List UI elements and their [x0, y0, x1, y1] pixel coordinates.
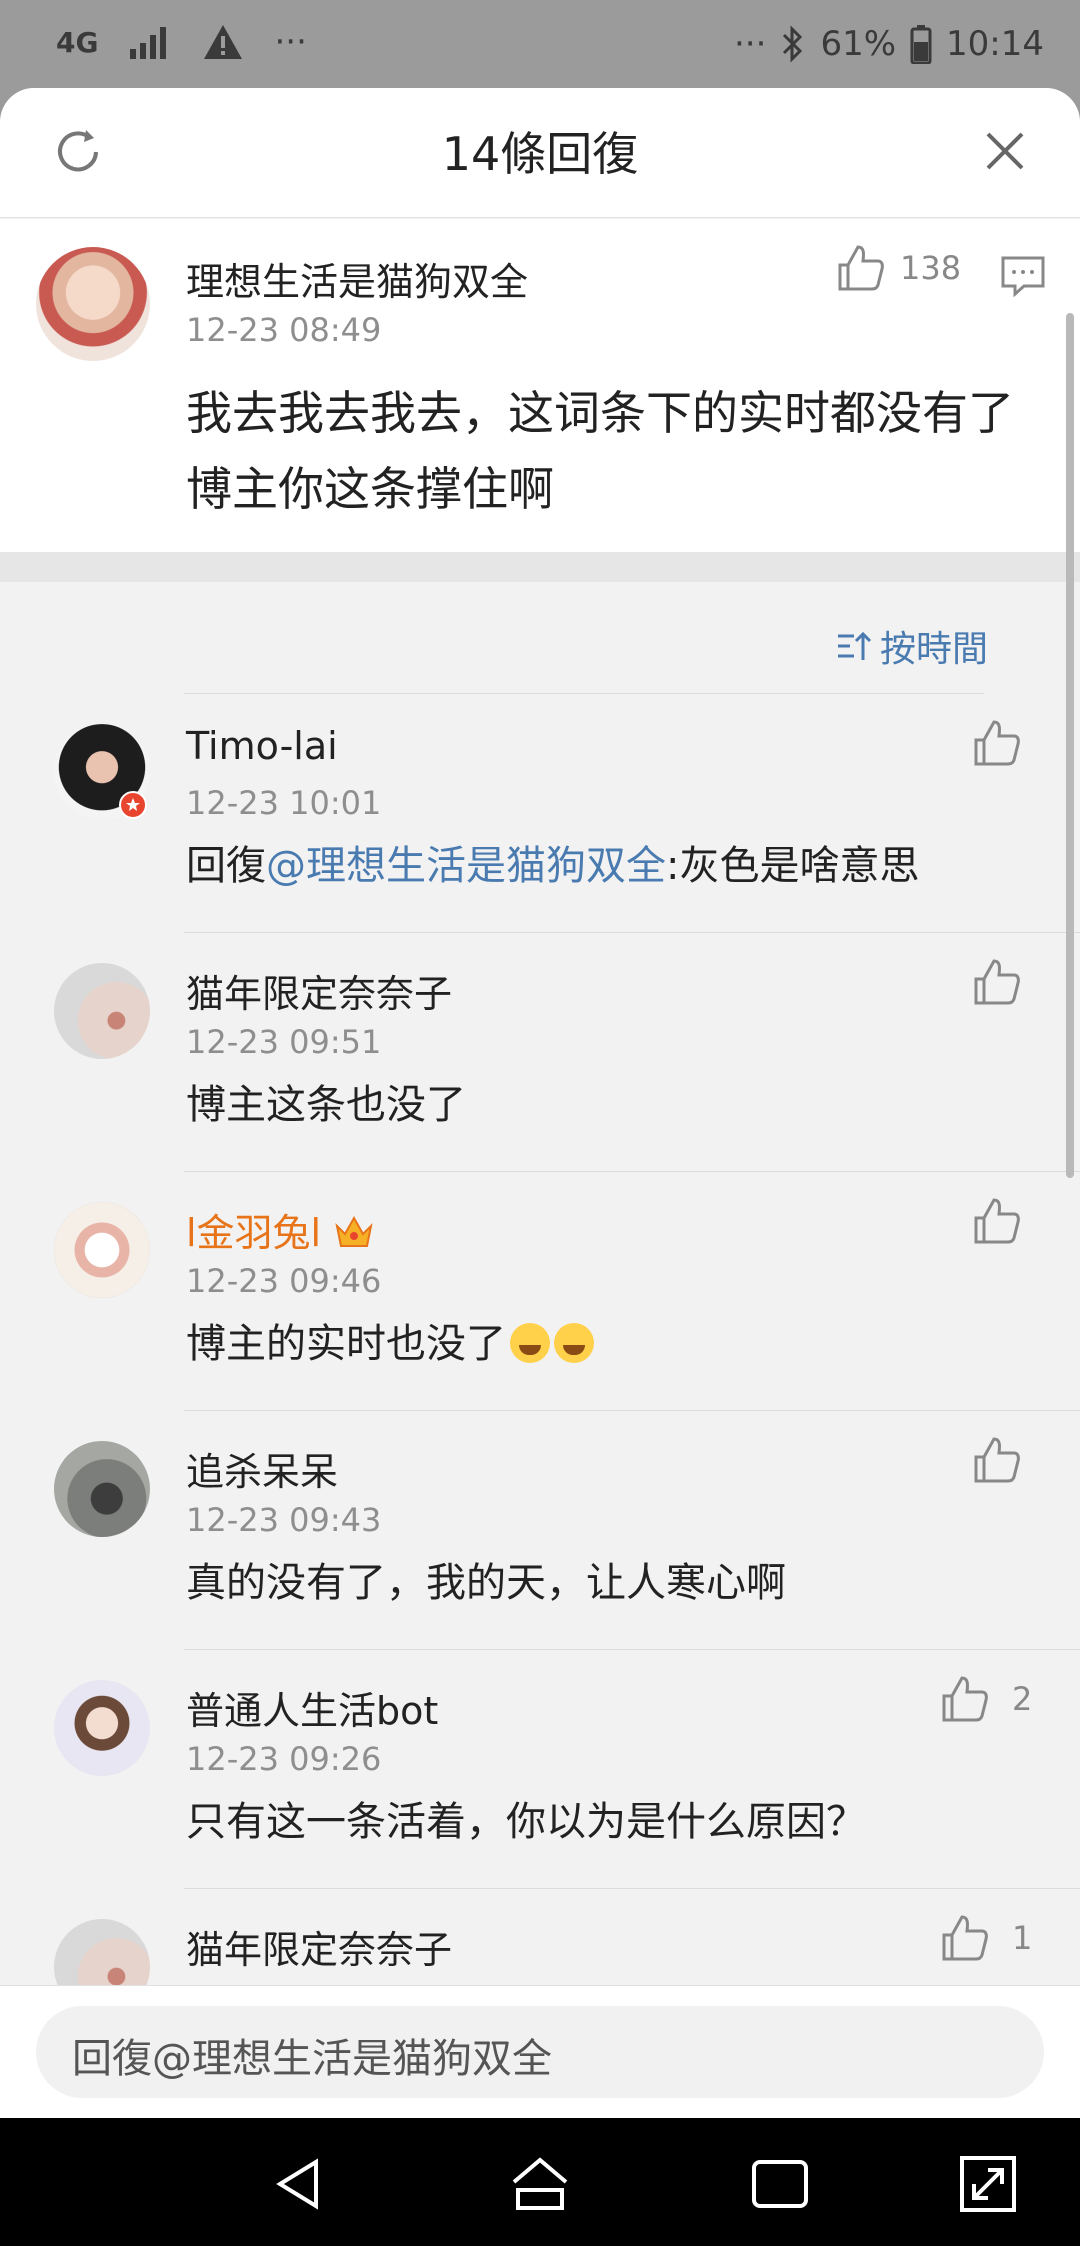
reply-time: 12-23 09:43 — [186, 1501, 382, 1539]
reply-item: 追杀呆呆 12-23 09:43 真的没有了，我的天，让人寒心啊 — [0, 1411, 1080, 1650]
avatar[interactable] — [54, 1202, 150, 1298]
comment-author[interactable]: 理想生活是猫狗双全 — [186, 251, 528, 306]
reply-author[interactable]: l金羽兔l — [186, 1202, 375, 1257]
expand-icon[interactable] — [956, 2152, 1020, 2216]
system-nav-bar — [0, 2118, 1080, 2246]
clock: 10:14 — [946, 24, 1044, 64]
more-notifications: ··· — [274, 22, 307, 62]
like-icon[interactable] — [836, 243, 886, 293]
sort-label: 按時間 — [880, 629, 989, 670]
reply-text: 真的没有了，我的天，让人寒心啊 — [186, 1560, 786, 1606]
like-icon[interactable] — [972, 1196, 1022, 1246]
like-count: 138 — [900, 249, 962, 287]
avatar[interactable] — [54, 1441, 150, 1537]
reply-footer: 回復@理想生活是猫狗双全 — [0, 1985, 1080, 2118]
like-icon[interactable] — [972, 718, 1022, 768]
comment-text: 我去我去我去，这词条下的实时都没有了博主你这条撑住啊 — [186, 386, 1014, 516]
avatar[interactable] — [54, 1680, 150, 1776]
signal-icon — [130, 27, 167, 59]
battery-percent: 61% — [820, 24, 897, 64]
more-status: ··· — [734, 24, 767, 64]
home-icon[interactable] — [508, 2152, 572, 2216]
original-comment: 理想生活是猫狗双全 12-23 08:49 138 我去我去我去，这词条下的实时… — [0, 219, 1080, 552]
battery-icon — [910, 25, 932, 64]
crying-emoji-icon — [510, 1323, 550, 1363]
reply-input[interactable]: 回復@理想生活是猫狗双全 — [36, 2006, 1044, 2098]
section-divider — [0, 552, 1080, 582]
sheet-header: 14條回復 — [0, 88, 1080, 218]
like-count: 1 — [1012, 1919, 1033, 1957]
reply-content: :灰色是啥意思 — [666, 843, 920, 889]
status-bar: 4G ··· ··· 61% 10:14 — [0, 0, 1080, 88]
reply-time: 12-23 09:26 — [186, 1740, 382, 1778]
vip-crown-icon — [335, 1215, 373, 1247]
reply-time: 12-23 10:01 — [186, 784, 382, 822]
reply-item: 普通人生活bot 12-23 09:26 2 只有这一条活着，你以为是什么原因？ — [0, 1650, 1080, 1889]
reply-author[interactable]: 猫年限定奈奈子 — [186, 963, 452, 1018]
reply-text: 回復@理想生活是猫狗双全:灰色是啥意思 — [186, 828, 919, 904]
verified-badge-icon — [119, 791, 147, 819]
avatar[interactable] — [54, 963, 150, 1059]
reply-author[interactable]: 普通人生活bot — [186, 1680, 438, 1735]
recents-icon[interactable] — [748, 2152, 812, 2216]
reply-author[interactable]: Timo-lai — [186, 724, 338, 768]
like-count: 2 — [1012, 1680, 1033, 1718]
comment-icon[interactable] — [1000, 255, 1046, 297]
warning-icon — [204, 25, 243, 59]
close-icon[interactable] — [980, 126, 1030, 176]
reply-content: 博主的实时也没了 — [186, 1321, 506, 1367]
reply-author[interactable]: 猫年限定奈奈子 — [186, 1919, 452, 1974]
reply-text: 只有这一条活着，你以为是什么原因？ — [186, 1799, 866, 1845]
comment-time: 12-23 08:49 — [186, 311, 382, 349]
reply-text: 博主的实时也没了 — [186, 1306, 594, 1382]
like-icon[interactable] — [940, 1913, 990, 1963]
page-title: 14條回復 — [441, 127, 639, 181]
network-indicator: 4G — [56, 25, 99, 59]
like-icon[interactable] — [940, 1674, 990, 1724]
avatar[interactable] — [36, 247, 150, 361]
bluetooth-icon — [783, 25, 803, 63]
crying-emoji-icon — [554, 1323, 594, 1363]
reply-sheet: 14條回復 理想生活是猫狗双全 12-23 08:49 138 我去我去我去，这… — [0, 88, 1080, 2118]
mention-link[interactable]: @理想生活是猫狗双全 — [266, 843, 666, 889]
reply-item: 猫年限定奈奈子 12-23 09:51 博主这条也没了 — [0, 933, 1080, 1172]
vip-username: l金羽兔l — [186, 1211, 322, 1255]
reply-text: 博主这条也没了 — [186, 1082, 466, 1128]
scrollbar[interactable] — [1066, 313, 1074, 1178]
reply-time: 12-23 09:51 — [186, 1023, 382, 1061]
reply-time: 12-23 09:46 — [186, 1262, 382, 1300]
sort-button[interactable]: 按時間 — [836, 620, 988, 672]
back-icon[interactable] — [268, 2152, 332, 2216]
reply-item: l金羽兔l 12-23 09:46 博主的实时也没了 — [0, 1172, 1080, 1411]
reply-prefix: 回復 — [186, 843, 266, 889]
like-icon[interactable] — [972, 1435, 1022, 1485]
reply-item: Timo-lai 12-23 10:01 回復@理想生活是猫狗双全:灰色是啥意思 — [0, 694, 1080, 933]
sort-icon — [838, 631, 872, 660]
like-icon[interactable] — [972, 957, 1022, 1007]
reply-author[interactable]: 追杀呆呆 — [186, 1441, 338, 1496]
